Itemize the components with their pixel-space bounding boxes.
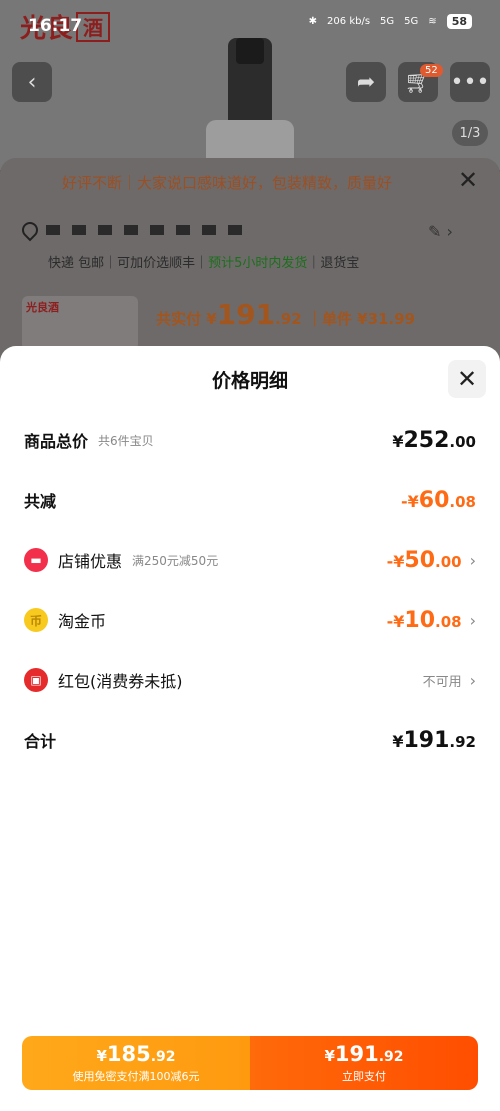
back-icon: ‹ bbox=[27, 69, 37, 95]
coin-icon: 币 bbox=[24, 608, 48, 632]
payment-action-bar: ¥185.92 使用免密支付满100减6元 ¥191.92 立即支付 bbox=[22, 1036, 478, 1090]
chevron-right-icon: › bbox=[469, 610, 476, 630]
row-shop-discount[interactable]: ▬ 店铺优惠 满250元减50元 -¥ 50.00 › bbox=[24, 542, 476, 578]
pay-label: 共实付 ¥ bbox=[156, 310, 217, 328]
row-label: 商品总价 bbox=[24, 432, 89, 451]
status-time: 16:17 bbox=[28, 16, 83, 36]
status-icons: ✱ 206 kb/s 5G 5G ≋ 58 bbox=[309, 14, 472, 29]
currency: ¥ bbox=[392, 431, 404, 451]
edit-icon[interactable]: ✎ › bbox=[428, 222, 453, 241]
row-taojinbi[interactable]: 币 淘金币 -¥ 10.08 › bbox=[24, 602, 476, 638]
shipping-info: 快递 包邮｜可加价选顺丰｜预计5小时内发货｜退货宝 bbox=[48, 252, 359, 271]
row-amount: ¥252.00 bbox=[392, 428, 476, 453]
status-text: 不可用 bbox=[422, 674, 462, 690]
red-packet-icon: ▣ bbox=[24, 668, 48, 692]
button-subtitle: 使用免密支付满100减6元 bbox=[72, 1070, 200, 1083]
cart-badge: 52 bbox=[420, 64, 443, 77]
unit-price: ｜单件 ¥31.99 bbox=[306, 310, 416, 328]
background-close-icon[interactable]: ✕ bbox=[458, 166, 478, 194]
review-banner: 好评不断｜大家说口感味道好，包装精致，质量好 bbox=[62, 174, 393, 192]
more-icon: ••• bbox=[450, 69, 490, 95]
currency: ¥ bbox=[96, 1047, 107, 1065]
amount-int: 252 bbox=[403, 427, 450, 453]
row-goods-total: 商品总价 共6件宝贝 ¥252.00 bbox=[24, 422, 476, 458]
row-status: 不可用 › bbox=[423, 671, 476, 690]
chevron-right-icon: › bbox=[469, 550, 476, 570]
share-button[interactable]: ➦ bbox=[346, 62, 386, 102]
pay-dec: .92 bbox=[275, 310, 302, 328]
amount-int: 191 bbox=[403, 727, 450, 753]
wifi-icon: ≋ bbox=[428, 16, 437, 27]
background-pay-summary: 共实付 ¥191.92 ｜单件 ¥31.99 bbox=[156, 298, 415, 331]
more-button[interactable]: ••• bbox=[450, 62, 490, 102]
button-subtitle: 立即支付 bbox=[342, 1070, 386, 1083]
amount-int: 191 bbox=[334, 1042, 379, 1066]
shipping-text-b: ｜退货宝 bbox=[307, 256, 360, 271]
network-speed: 206 kb/s bbox=[327, 16, 370, 27]
share-icon: ➦ bbox=[356, 69, 376, 95]
row-label: 淘金币 bbox=[58, 612, 107, 631]
thumbnail-brand: 光良酒 bbox=[26, 301, 59, 314]
price-detail-sheet: 价格明细 ✕ 商品总价 共6件宝贝 ¥252.00 共减 -¥ 60.08 ▬ 店… bbox=[0, 346, 500, 1111]
row-label: 红包(消费券未抵) bbox=[58, 672, 183, 691]
button-price: ¥185.92 bbox=[96, 1042, 175, 1066]
location-icon bbox=[18, 218, 42, 242]
currency: ¥ bbox=[392, 731, 404, 751]
signal-5g-2: 5G bbox=[404, 16, 419, 27]
image-counter: 1/3 bbox=[452, 120, 488, 146]
amount-dec: .00 bbox=[435, 552, 462, 571]
shop-icon: ▬ bbox=[24, 548, 48, 572]
amount-int: 10 bbox=[404, 607, 436, 633]
shipping-text-a: 快递 包邮｜可加价选顺丰｜ bbox=[48, 256, 209, 271]
button-price: ¥191.92 bbox=[324, 1042, 403, 1066]
row-label: 店铺优惠 bbox=[58, 552, 123, 571]
battery-indicator: 58 bbox=[446, 14, 472, 29]
row-sub: 满250元减50元 bbox=[132, 553, 219, 568]
currency: -¥ bbox=[401, 491, 419, 511]
row-label: 合计 bbox=[24, 732, 57, 751]
row-sub: 共6件宝贝 bbox=[98, 433, 154, 448]
close-button[interactable]: ✕ bbox=[448, 360, 486, 398]
back-button[interactable]: ‹ bbox=[12, 62, 52, 102]
network-speed-value: 206 bbox=[327, 16, 347, 27]
currency: -¥ bbox=[386, 551, 405, 571]
amount-int: 60 bbox=[418, 487, 450, 513]
bluetooth-icon: ✱ bbox=[308, 16, 318, 27]
amount-dec: .08 bbox=[449, 492, 476, 511]
row-label: 共减 bbox=[24, 492, 57, 511]
row-amount: -¥ 60.08 bbox=[401, 488, 476, 513]
amount-int: 50 bbox=[404, 547, 436, 573]
row-total-discount: 共减 -¥ 60.08 bbox=[24, 482, 476, 518]
shipping-eta: 预计5小时内发货 bbox=[208, 256, 308, 271]
close-icon: ✕ bbox=[456, 365, 478, 393]
address-row[interactable] bbox=[18, 218, 242, 242]
amount-dec: .00 bbox=[449, 432, 476, 451]
amount-dec: .92 bbox=[150, 1049, 176, 1065]
address-masked bbox=[46, 225, 242, 235]
amount-dec: .92 bbox=[378, 1049, 404, 1065]
row-amount: -¥ 10.08 bbox=[387, 608, 462, 633]
row-red-packet[interactable]: ▣ 红包(消费券未抵) 不可用 › bbox=[24, 662, 476, 698]
pay-int: 191 bbox=[216, 298, 276, 331]
row-amount: -¥ 50.00 bbox=[387, 548, 462, 573]
chevron-right-icon: › bbox=[469, 670, 476, 690]
network-speed-unit: kb/s bbox=[349, 16, 371, 27]
currency: ¥ bbox=[324, 1047, 335, 1065]
sheet-title: 价格明细 bbox=[211, 370, 288, 392]
amount-int: 185 bbox=[106, 1042, 151, 1066]
signal-5g-1: 5G bbox=[380, 16, 395, 27]
row-amount: ¥191.92 bbox=[392, 728, 476, 753]
bottle-cap bbox=[236, 38, 264, 64]
amount-dec: .08 bbox=[435, 612, 462, 631]
currency: -¥ bbox=[386, 611, 405, 631]
pay-now-button[interactable]: ¥191.92 立即支付 bbox=[250, 1036, 478, 1090]
amount-dec: .92 bbox=[449, 732, 476, 751]
password-free-pay-button[interactable]: ¥185.92 使用免密支付满100减6元 bbox=[22, 1036, 250, 1090]
row-grand-total: 合计 ¥191.92 bbox=[24, 722, 476, 758]
